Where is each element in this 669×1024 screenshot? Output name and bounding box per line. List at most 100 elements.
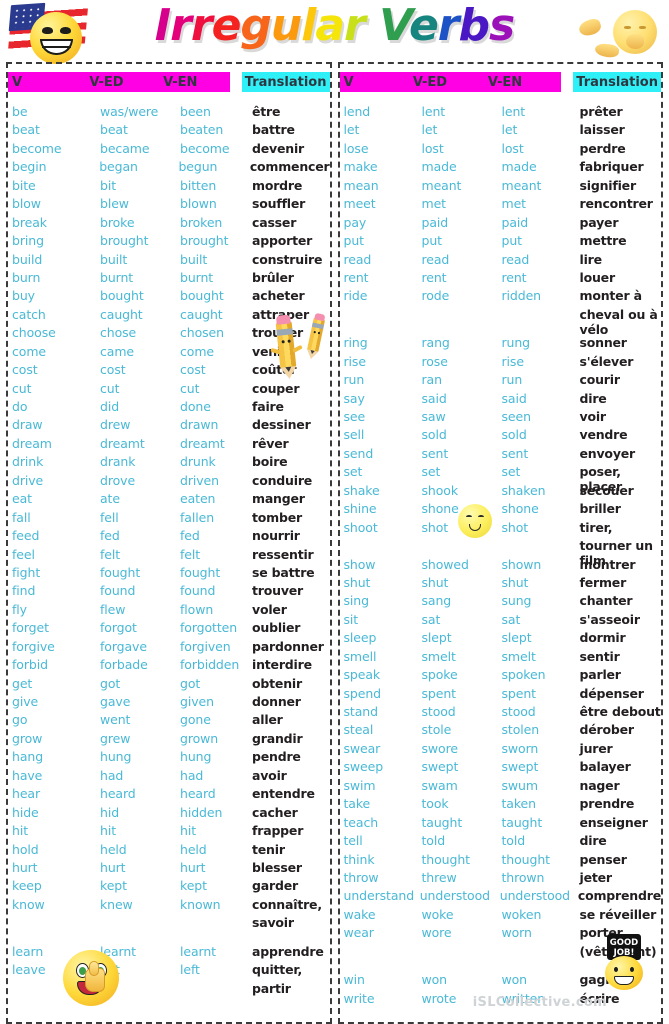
verb-row: shoot shot shot tirer, [344,520,662,538]
good-job-eye-left [614,967,618,972]
verb-past: knew [100,896,133,912]
verb-base: fly [12,601,27,617]
verb-participle: taught [501,814,543,830]
verb-row: shine shone shone briller [344,501,662,519]
verb-participle: found [180,583,216,599]
verb-base: give [12,694,39,709]
verb-base: shake [343,482,380,498]
verb-participle: slept [501,630,532,646]
verb-past: dreamt [100,435,145,451]
title-letter-14: s [488,0,515,51]
verb-past: swept [421,759,459,775]
pencil-eye-right [286,339,290,343]
verb-base: choose [12,325,56,341]
verb-past: stole [421,722,452,738]
header-v-left: V [8,72,90,92]
verb-participle: sold [501,427,527,443]
verb-translation: fabriquer [579,159,644,175]
verb-past: forbade [100,657,148,673]
verb-past: lost [421,140,444,156]
verb-past: had [100,767,124,783]
verb-base: read [343,251,372,267]
pencil-band [275,328,293,336]
verb-past: said [421,390,447,406]
verb-participle: done [180,399,211,414]
verb-base: drink [12,454,44,470]
verb-base: drive [12,472,44,488]
column-headers-left: V V-ED V-EN Translation [8,70,330,94]
verb-translation: garder [252,878,298,894]
verb-row: meet met met rencontrer [344,196,662,214]
verb-participle: drunk [180,454,216,470]
verb-base: set [343,464,363,480]
verb-row: know knew known connaître, [12,897,330,915]
verb-participle: woken [501,906,542,922]
verb-translation: voir [579,409,607,424]
verb-row: have had had avoir [12,768,330,786]
verb-base: fight [12,564,41,580]
verb-translation: mordre [252,177,303,193]
row-spacer [12,934,330,944]
verb-base: burn [12,269,41,285]
verb-row: put put put mettre [344,233,662,251]
verb-row: fly flew flown voler [12,602,330,620]
verb-participle: forgiven [180,638,231,654]
verb-row: ride rode ridden monter à [344,288,662,306]
verb-participle: told [501,833,526,849]
verb-base: spend [343,685,382,701]
verb-base: feel [12,546,35,562]
verb-translation: sonner [579,335,627,351]
verb-base: build [12,251,43,267]
verb-base: go [12,712,28,728]
thumbs-up-smiley-icon [63,950,119,1006]
verb-past: paid [421,214,449,230]
verb-base: hear [12,786,41,802]
verb-past: felt [100,546,121,562]
good-job-line1: GOOD [609,938,639,948]
verb-participle: flown [180,601,214,617]
pencil-small-eye-left [312,330,316,334]
verb-base: forget [12,620,49,636]
verb-base: throw [343,869,379,885]
verb-table-right: V V-ED V-EN Translation lend lent lent prêt… [337,62,663,1024]
verb-translation: commencer [249,159,330,175]
verb-row: bite bit bitten mordre [12,178,330,196]
verb-row: sweep swept swept balayer [344,759,662,777]
verb-participle: got [180,675,201,691]
verb-base: forbid [12,657,48,673]
verb-row: feed fed fed nourrir [12,528,330,546]
verb-row: learn learnt learnt apprendre [12,944,330,962]
verb-row: draw drew drawn dessiner [12,417,330,435]
verb-participle: spoken [501,667,546,683]
verb-translation: cacher [252,804,298,820]
verb-row: cut cut cut couper [12,381,330,399]
verb-translation: rencontrer [579,196,653,212]
verb-row: throw threw thrown jeter [344,870,662,888]
verb-participle: grown [180,730,219,746]
verb-past: understood [419,888,490,904]
verb-base: mean [343,177,379,193]
verb-base: forgive [12,638,55,654]
verb-participle: fallen [180,509,215,525]
verb-participle: drawn [180,417,219,433]
title-letter-11: e [408,0,439,51]
verb-past: shut [421,574,449,590]
page-title: Irregular Verbs [0,0,669,54]
verb-row: sit sat sat s'asseoir [344,612,662,630]
verb-participle: built [180,251,208,267]
verb-row: teach taught taught enseigner [344,815,662,833]
verb-base: get [12,675,33,691]
verb-row: let let let laisser [344,122,662,140]
verb-participle: let [501,122,518,138]
verb-past: smelt [421,648,456,664]
verb-participle: bitten [180,177,217,193]
verb-past: sang [421,593,452,609]
verb-translation: tenir [252,841,285,857]
verb-past: came [100,343,134,359]
verb-past: cut [100,380,120,396]
verb-row: keep kept kept garder [12,878,330,896]
verb-participle: shut [501,574,529,590]
verb-translation: dérober [579,722,635,738]
verb-participle: understood [499,888,571,904]
verb-base: feed [12,528,40,544]
